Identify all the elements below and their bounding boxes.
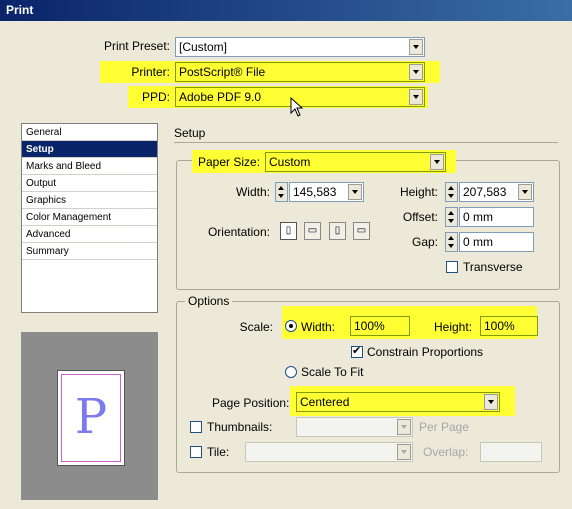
scale-width-label: Width:: [301, 320, 336, 334]
sidebar-item-color-management[interactable]: Color Management: [22, 209, 157, 226]
page-position-label: Page Position:: [212, 396, 290, 410]
preview-glyph: P: [74, 389, 108, 445]
gap-value: 0 mm: [463, 235, 493, 249]
width-label: Width:: [235, 185, 270, 199]
scale-width-value: 100%: [354, 319, 385, 333]
chevron-down-icon[interactable]: [397, 419, 411, 435]
offset-label: Offset:: [402, 210, 438, 224]
print-preset-label: Print Preset:: [103, 39, 170, 53]
window-title: Print: [0, 0, 572, 21]
paper-size-label: Paper Size:: [198, 155, 261, 169]
scale-to-fit-radio[interactable]: [285, 366, 297, 378]
sidebar-item-setup[interactable]: Setup: [22, 141, 157, 158]
thumbnails-checkbox[interactable]: [190, 421, 202, 433]
tile-dropdown[interactable]: [245, 442, 413, 462]
ppd-value: Adobe PDF 9.0: [179, 90, 262, 104]
width-stepper[interactable]: [275, 182, 288, 202]
reverse-portrait-orientation-icon[interactable]: ▯: [329, 222, 346, 240]
mouse-cursor-icon: [290, 97, 304, 117]
width-value: 145,583: [293, 185, 337, 199]
scale-to-fit-label: Scale To Fit: [301, 365, 364, 379]
constrain-proportions-checkbox[interactable]: [351, 344, 363, 358]
overlap-label: Overlap:: [423, 445, 469, 459]
page-position-value: Centered: [300, 395, 350, 409]
scale-height-value: 100%: [484, 319, 515, 333]
per-page-label: Per Page: [419, 420, 470, 434]
sidebar-item-marks-and-bleed[interactable]: Marks and Bleed: [22, 158, 157, 175]
page-position-dropdown[interactable]: Centered: [296, 392, 500, 412]
scale-width-radio[interactable]: [285, 320, 297, 332]
tile-checkbox[interactable]: [190, 446, 202, 458]
chevron-down-icon[interactable]: [430, 154, 444, 170]
sidebar-item-output[interactable]: Output: [22, 175, 157, 192]
chevron-down-icon[interactable]: [409, 89, 423, 105]
printer-dropdown[interactable]: PostScript® File: [175, 62, 425, 82]
printer-label: Printer:: [131, 65, 170, 79]
page-preview: P: [21, 332, 158, 500]
chevron-down-icon[interactable]: [518, 184, 532, 200]
orientation-label: Orientation:: [207, 225, 270, 239]
reverse-landscape-orientation-icon[interactable]: ▭: [353, 222, 370, 240]
height-dropdown[interactable]: 207,583: [459, 182, 534, 202]
thumbnails-dropdown[interactable]: [296, 417, 413, 437]
sidebar-item-graphics[interactable]: Graphics: [22, 192, 157, 209]
printer-value: PostScript® File: [179, 65, 266, 79]
offset-value: 0 mm: [463, 210, 493, 224]
transverse-label: Transverse: [463, 260, 523, 274]
height-value: 207,583: [463, 185, 507, 199]
print-preset-dropdown[interactable]: [Custom]: [175, 37, 425, 57]
paper-size-value: Custom: [269, 155, 311, 169]
landscape-orientation-icon[interactable]: ▭: [304, 222, 321, 240]
ppd-label: PPD:: [141, 90, 170, 104]
scale-label: Scale:: [239, 320, 273, 334]
paper-size-dropdown[interactable]: Custom: [265, 152, 446, 172]
preview-page: P: [57, 370, 125, 466]
portrait-orientation-icon[interactable]: ▯: [280, 222, 297, 240]
constrain-proportions-label: Constrain Proportions: [367, 345, 484, 359]
gap-stepper[interactable]: [445, 232, 458, 252]
offset-input[interactable]: 0 mm: [459, 207, 534, 227]
height-label: Height:: [399, 185, 438, 199]
print-preset-value: [Custom]: [179, 40, 228, 54]
offset-stepper[interactable]: [445, 207, 458, 227]
category-list[interactable]: General Setup Marks and Bleed Output Gra…: [21, 123, 158, 313]
setup-divider: [174, 142, 558, 143]
chevron-down-icon[interactable]: [397, 444, 411, 460]
overlap-input[interactable]: [480, 442, 542, 462]
gap-input[interactable]: 0 mm: [459, 232, 534, 252]
sidebar-item-general[interactable]: General: [22, 124, 157, 141]
sidebar-item-advanced[interactable]: Advanced: [22, 226, 157, 243]
tile-label: Tile:: [207, 445, 230, 459]
thumbnails-label: Thumbnails:: [207, 420, 273, 434]
scale-height-input[interactable]: 100%: [480, 316, 538, 336]
chevron-down-icon[interactable]: [409, 64, 423, 80]
gap-label: Gap:: [411, 235, 438, 249]
width-dropdown[interactable]: 145,583: [289, 182, 364, 202]
options-heading: Options: [185, 294, 233, 308]
scale-width-input[interactable]: 100%: [350, 316, 410, 336]
transverse-checkbox[interactable]: [446, 261, 458, 273]
chevron-down-icon[interactable]: [484, 394, 498, 410]
sidebar-item-summary[interactable]: Summary: [22, 243, 157, 260]
height-stepper[interactable]: [445, 182, 458, 202]
chevron-down-icon[interactable]: [348, 184, 362, 200]
chevron-down-icon[interactable]: [409, 39, 423, 55]
setup-heading: Setup: [174, 126, 206, 140]
scale-height-label: Height:: [434, 320, 473, 334]
